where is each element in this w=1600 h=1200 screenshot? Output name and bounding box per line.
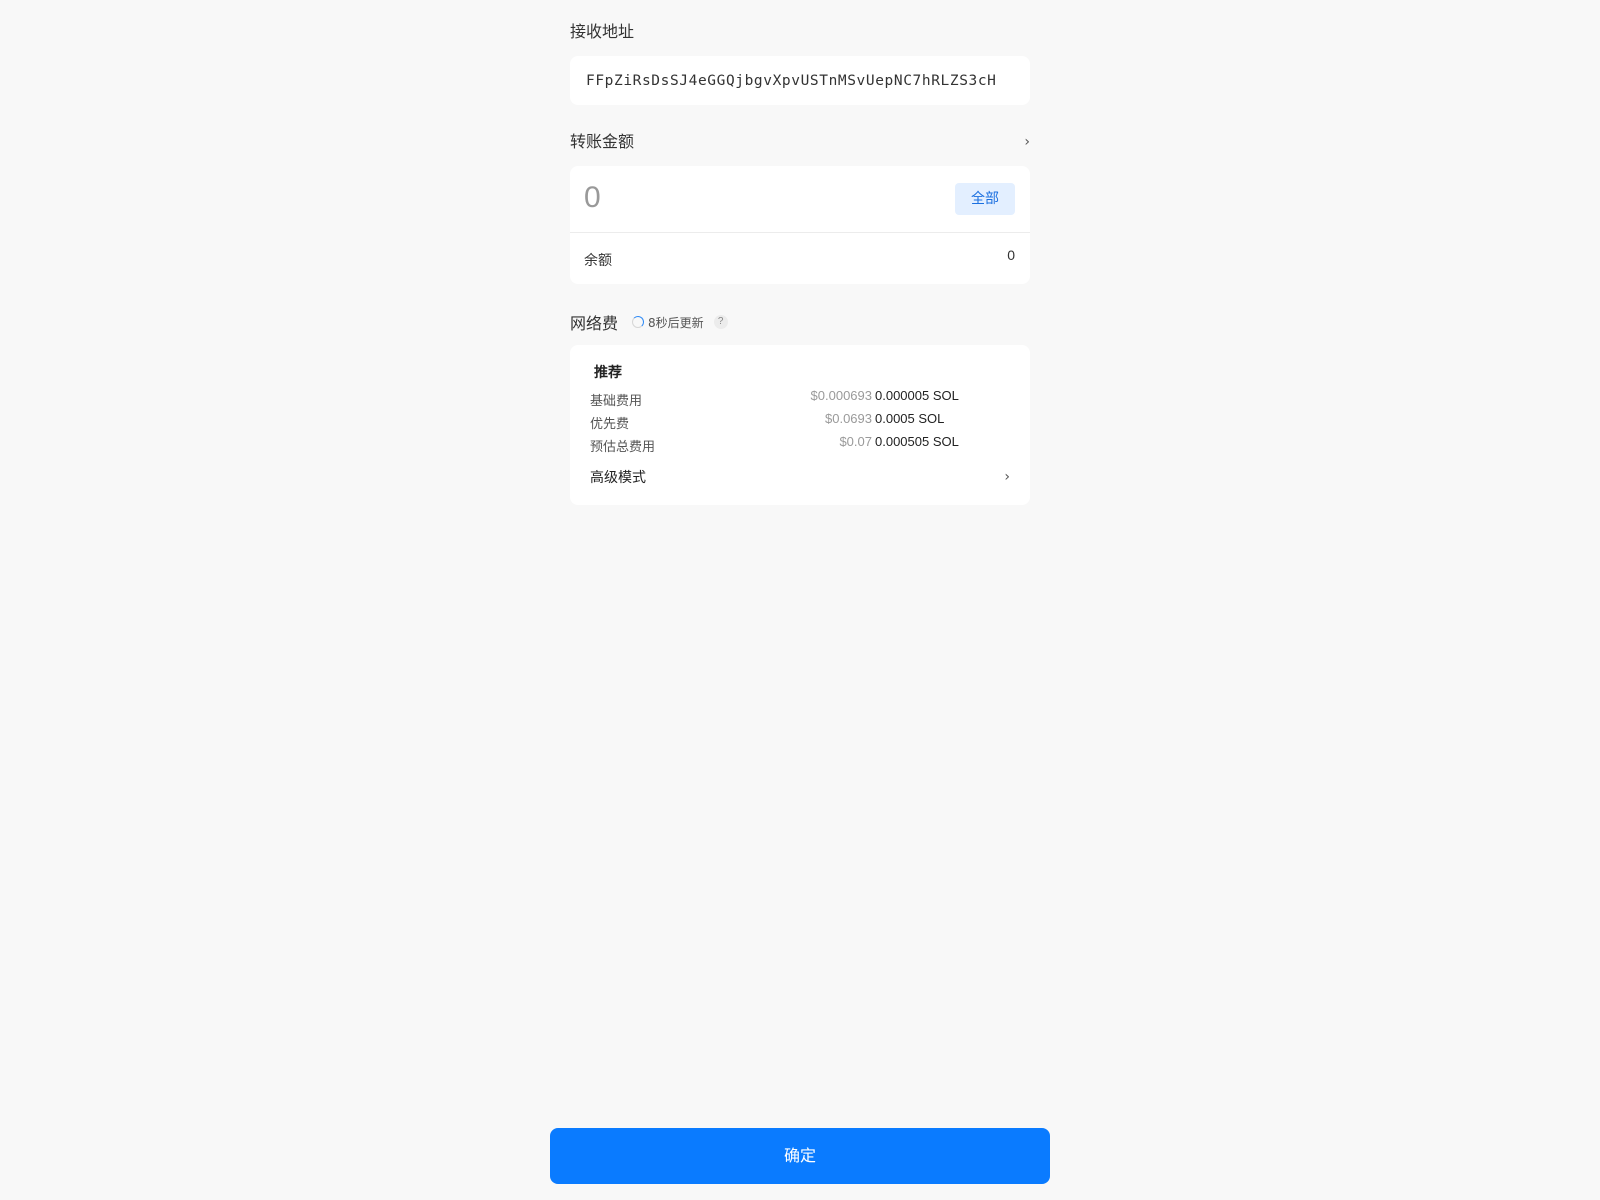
fee-line-sol: 0.000005 SOL bbox=[875, 388, 959, 403]
network-fee-label: 网络费 bbox=[570, 314, 619, 333]
network-fee-header: 网络费 8秒后更新 ? bbox=[570, 311, 728, 333]
confirm-button[interactable]: 确定 bbox=[550, 1128, 1050, 1184]
amount-header: 转账金额 › bbox=[570, 132, 1030, 152]
amount-card: 全部 余额 0 bbox=[570, 166, 1030, 284]
advanced-mode-row[interactable]: 高级模式 › bbox=[590, 467, 1010, 487]
fee-line-usd: $0.0693 bbox=[825, 411, 872, 426]
amount-chevron-right-icon[interactable]: › bbox=[1024, 132, 1030, 152]
recipient-address-field[interactable]: FFpZiRsDsSJ4eGGQjbgvXpvUSTnMSvUepNC7hRLZ… bbox=[570, 56, 1030, 105]
recipient-address-value: FFpZiRsDsSJ4eGGQjbgvXpvUSTnMSvUepNC7hRLZ… bbox=[586, 72, 997, 89]
fee-line-sol: 0.000505 SOL bbox=[875, 434, 959, 449]
refresh-spinner-icon bbox=[632, 316, 645, 328]
advanced-chevron-right-icon: › bbox=[1004, 469, 1010, 485]
fee-line-usd: $0.07 bbox=[839, 434, 872, 449]
amount-input-row: 全部 bbox=[570, 166, 1030, 233]
balance-label: 余额 bbox=[584, 253, 612, 269]
fee-line-label: 优先费 bbox=[590, 417, 630, 432]
fee-tier-label: 推荐 bbox=[594, 365, 622, 381]
amount-input[interactable] bbox=[584, 180, 924, 216]
fee-line-priority: 优先费 $0.0693 0.0005 SOL bbox=[590, 411, 990, 432]
amount-label: 转账金额 bbox=[570, 132, 635, 151]
fee-line-label: 基础费用 bbox=[590, 394, 643, 409]
help-icon[interactable]: ? bbox=[713, 315, 728, 329]
balance-value: 0 bbox=[1007, 247, 1015, 263]
fee-line-total: 预估总费用 $0.07 0.000505 SOL bbox=[590, 434, 990, 455]
fee-line-label: 预估总费用 bbox=[590, 440, 656, 455]
max-amount-button[interactable]: 全部 bbox=[955, 183, 1015, 215]
fee-line-usd: $0.000693 bbox=[810, 388, 872, 403]
fee-line-base: 基础费用 $0.000693 0.000005 SOL bbox=[590, 388, 990, 409]
recipient-label: 接收地址 bbox=[570, 22, 635, 41]
fee-line-sol: 0.0005 SOL bbox=[875, 411, 945, 426]
fee-card[interactable]: 推荐 基础费用 $0.000693 0.000005 SOL 优先费 $0.06… bbox=[570, 345, 1030, 505]
advanced-mode-label: 高级模式 bbox=[590, 470, 646, 486]
fee-refresh-countdown: 8秒后更新 bbox=[648, 315, 704, 330]
transfer-page: 接收地址 FFpZiRsDsSJ4eGGQjbgvXpvUSTnMSvUepNC… bbox=[0, 0, 1600, 1200]
